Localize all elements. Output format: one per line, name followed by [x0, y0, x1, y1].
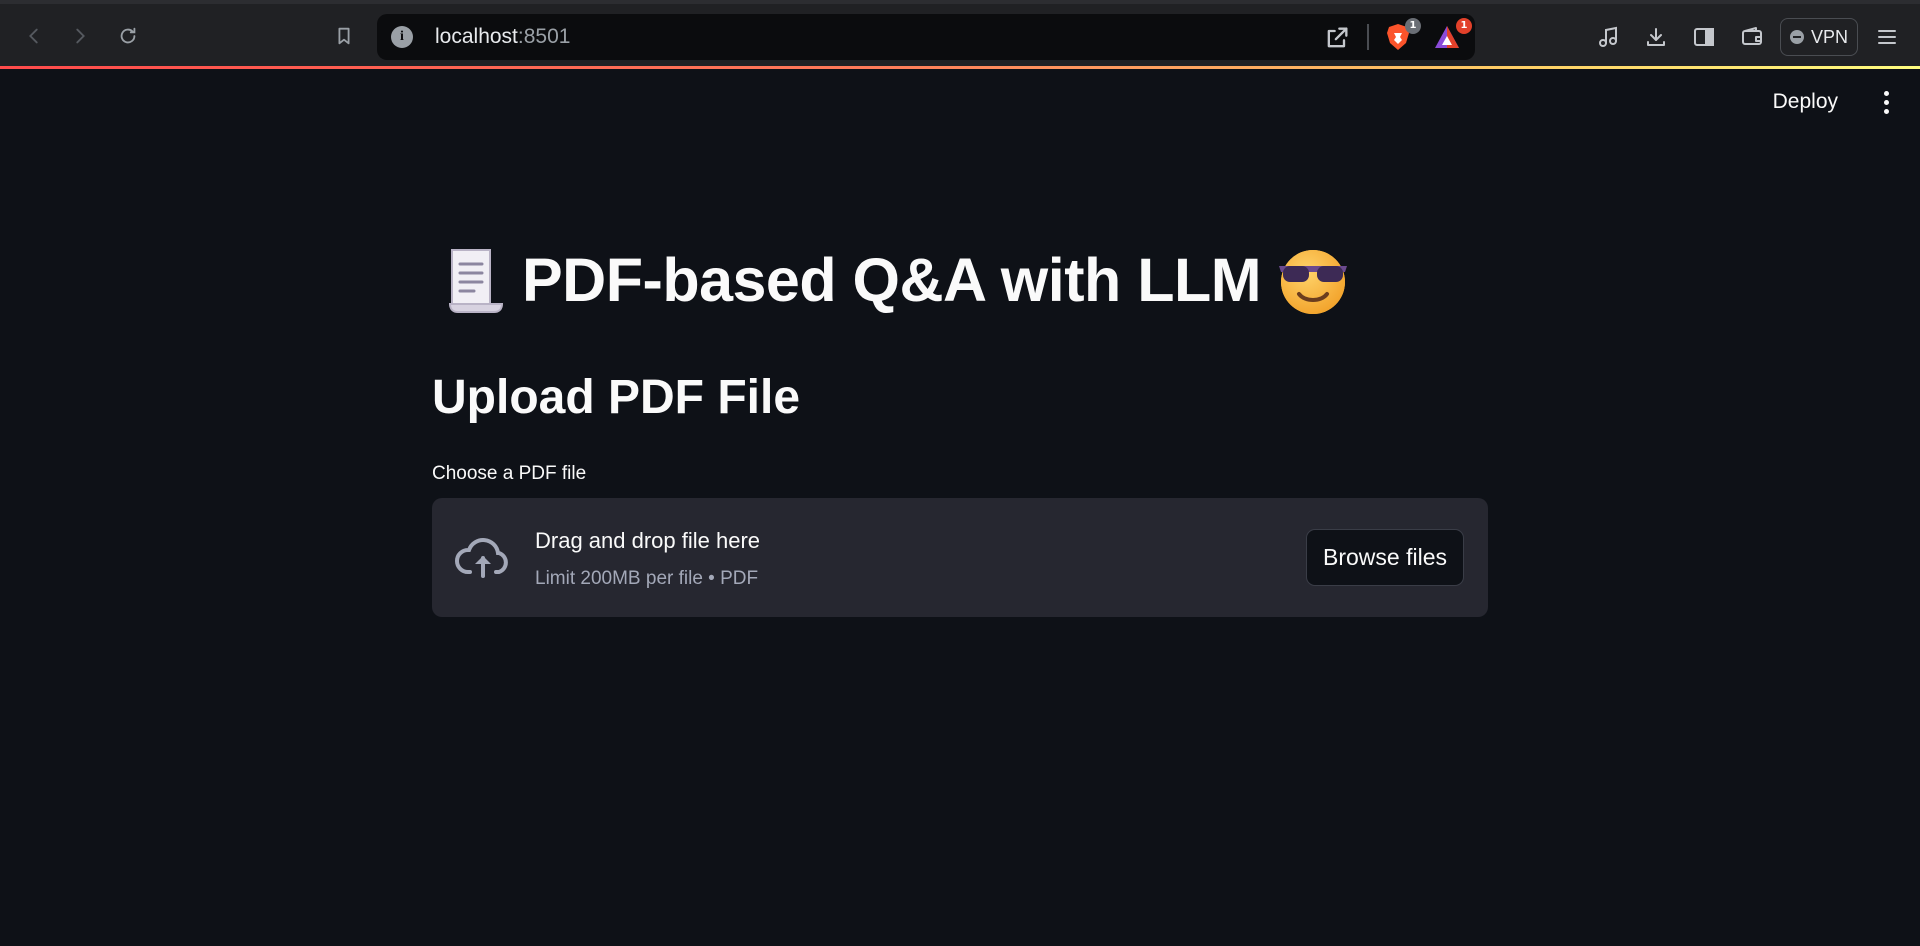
wallet-icon[interactable] — [1737, 22, 1767, 52]
cloud-upload-icon — [455, 538, 508, 578]
bookmark-icon[interactable] — [328, 20, 360, 52]
deploy-button[interactable]: Deploy — [1763, 86, 1848, 118]
media-music-icon[interactable] — [1594, 22, 1624, 52]
url-port: :8501 — [517, 25, 571, 48]
dropzone-title: Drag and drop file here — [535, 528, 761, 553]
url-host: localhost — [435, 25, 518, 48]
browser-toolbar: i localhost:8501 1 1 VPN — [0, 0, 1920, 66]
brave-shields-icon[interactable]: 1 — [1383, 18, 1421, 52]
vpn-button[interactable]: VPN — [1780, 18, 1858, 56]
main-menu-icon[interactable] — [1876, 88, 1896, 116]
vpn-status-icon — [1789, 30, 1804, 44]
brave-rewards-badge: 1 — [1456, 18, 1472, 34]
vpn-label: VPN — [1810, 26, 1848, 47]
reload-icon[interactable] — [112, 20, 144, 52]
menu-icon[interactable] — [1872, 22, 1902, 52]
url-text[interactable]: localhost:8501 — [435, 25, 570, 49]
share-icon[interactable] — [1323, 24, 1351, 52]
smiling-face-with-sunglasses-icon — [1279, 250, 1348, 314]
address-bar[interactable]: i localhost:8501 1 1 — [377, 14, 1475, 60]
page-facing-scroll-icon — [448, 249, 504, 313]
title-text: PDF-based Q&A with LLM — [522, 246, 1262, 314]
address-bar-divider — [1367, 24, 1369, 50]
download-icon[interactable] — [1641, 22, 1671, 52]
brave-rewards-icon[interactable]: 1 — [1432, 18, 1472, 52]
brave-shields-badge: 1 — [1405, 18, 1421, 34]
file-dropzone[interactable]: Drag and drop file here Limit 200MB per … — [432, 498, 1488, 617]
page-title: PDF-based Q&A with LLM — [444, 242, 1351, 318]
app-decoration-bar — [0, 66, 1920, 69]
dropzone-subtitle: Limit 200MB per file • PDF — [535, 568, 759, 589]
browse-files-button[interactable]: Browse files — [1306, 529, 1464, 586]
site-info-icon[interactable]: i — [391, 26, 413, 48]
back-icon[interactable] — [18, 20, 50, 52]
forward-icon[interactable] — [64, 20, 96, 52]
uploader-label: Choose a PDF file — [432, 463, 587, 484]
section-heading: Upload PDF File — [432, 371, 801, 424]
sidebar-toggle-icon[interactable] — [1689, 22, 1719, 52]
